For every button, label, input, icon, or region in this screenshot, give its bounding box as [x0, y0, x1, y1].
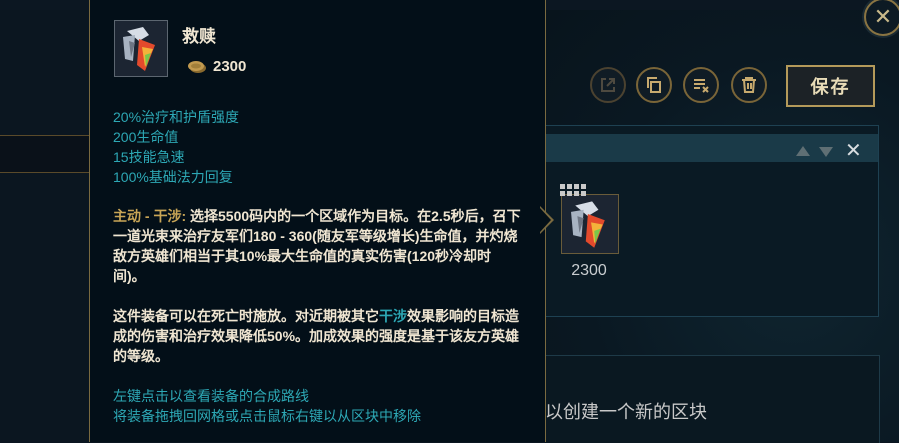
active-label: 主动 - 干涉:: [113, 208, 187, 224]
stat-line: 15技能急速: [113, 149, 185, 165]
tooltip-hints: 左键点击以查看装备的合成路线 将装备拖拽回网格或点击鼠标右键以从区块中移除: [113, 386, 421, 426]
gold-coin-icon: [188, 61, 206, 73]
stat-line: 100%基础法力回复: [113, 169, 233, 185]
remove-block-icon[interactable]: ✕: [845, 138, 862, 163]
item-tooltip: 救赎 2300 20%治疗和护盾强度 200生命值 15技能急速 100%基础法…: [89, 0, 546, 442]
block-item-price: 2300: [571, 262, 607, 279]
close-button[interactable]: ✕: [864, 0, 899, 36]
tooltip-pointer-inner: [540, 208, 551, 232]
passive-keyword: 干涉: [379, 308, 407, 324]
new-block-area[interactable]: 以创建一个新的区块: [545, 355, 880, 443]
move-up-icon[interactable]: [796, 146, 810, 156]
hint-line: 左键点击以查看装备的合成路线: [113, 388, 309, 404]
tooltip-item-price: 2300: [213, 58, 247, 75]
new-block-hint: 以创建一个新的区块: [545, 402, 707, 422]
delete-button[interactable]: [731, 67, 767, 103]
hint-line: 将装备拖拽回网格或点击鼠标右键以从区块中移除: [113, 408, 421, 424]
save-button[interactable]: 保存: [786, 65, 875, 107]
clear-button[interactable]: [683, 67, 719, 103]
item-block: ✕ 2300: [545, 125, 879, 317]
grid-icon: [560, 184, 586, 196]
trash-icon: [742, 77, 756, 93]
close-icon: ✕: [873, 4, 893, 29]
left-panel: [0, 10, 90, 442]
redemption-item-icon: [562, 195, 618, 253]
export-button[interactable]: [590, 67, 626, 103]
external-link-icon: [601, 78, 615, 92]
copy-icon: [647, 77, 661, 93]
active-description: 主动 - 干涉: 选择5500码内的一个区域作为目标。在2.5秒后，召下一道光束…: [113, 206, 523, 366]
tooltip-item-icon: [114, 20, 168, 77]
clear-list-icon: [694, 79, 709, 93]
tooltip-stats: 20%治疗和护盾强度 200生命值 15技能急速 100%基础法力回复: [113, 107, 239, 187]
redemption-item-icon: [115, 21, 167, 76]
copy-button[interactable]: [636, 67, 672, 103]
stat-line: 200生命值: [113, 129, 179, 145]
block-item-slot[interactable]: [561, 194, 619, 254]
move-down-icon[interactable]: [819, 147, 833, 157]
block-header: ✕: [545, 134, 878, 162]
tooltip-item-name: 救赎: [182, 27, 216, 46]
left-selected-row[interactable]: [0, 135, 90, 173]
stat-line: 20%治疗和护盾强度: [113, 109, 240, 125]
passive-text-1: 这件装备可以在死亡时施放。对近期被其它: [113, 308, 379, 324]
